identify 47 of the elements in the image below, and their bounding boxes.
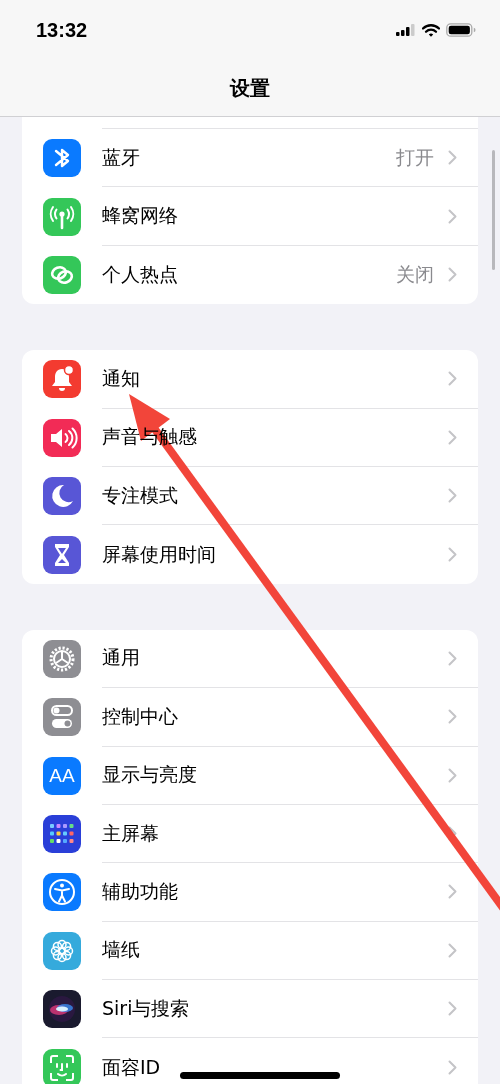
settings-row[interactable]: 通用 [22,629,478,689]
bell-icon [43,360,81,399]
settings-row[interactable]: Siri与搜索 [22,980,478,1039]
text-size-icon: AA [43,756,81,795]
chevron-icon [448,1001,457,1017]
flower-icon [43,931,81,970]
toggles-icon [43,698,81,737]
settings-row[interactable]: 专注模式 [22,466,478,526]
row-value: 关闭 [396,261,434,287]
settings-row[interactable]: 控制中心 [22,688,478,747]
chevron-icon [448,650,457,666]
chevron-icon [448,150,457,166]
bluetooth-icon [43,139,81,178]
orb-icon [43,990,81,1029]
speaker-icon [43,418,81,457]
settings-row[interactable]: 主屏幕 [22,804,478,864]
chevron-icon [448,942,457,958]
settings-row[interactable]: 个人热点 关闭 [22,245,478,305]
app-grid-icon [43,815,81,854]
chevron-icon [448,1060,457,1076]
chevron-icon [448,709,457,725]
antenna-icon [43,197,81,236]
chevron-icon [448,767,457,783]
battery-icon [446,23,476,37]
settings-row[interactable]: 墙纸 [22,921,478,981]
settings-row[interactable]: 屏幕使用时间 [22,525,478,584]
wifi-icon [422,23,440,37]
chevron-icon [448,267,457,283]
chevron-icon [448,371,457,387]
chevron-icon [448,429,457,445]
page-title: 设置 [230,74,270,102]
settings-row[interactable]: 蜂窝网络 [22,187,478,246]
settings-row[interactable]: 通知 [22,350,478,409]
settings-row[interactable]: 辅助功能 [22,863,478,922]
settings-row[interactable]: 蓝牙 打开 [22,129,478,188]
gear-icon [43,639,81,678]
hourglass-icon [43,535,81,574]
chevron-icon [448,488,457,504]
settings-row[interactable]: AA 显示与亮度 [22,746,478,805]
chevron-icon [448,208,457,224]
signal-icon [396,24,416,36]
link-rings-icon [43,255,81,294]
chevron-icon [448,884,457,900]
row-value: 打开 [396,144,434,170]
moon-icon [43,477,81,516]
chevron-icon [448,547,457,563]
status-time: 13:32 [36,18,88,42]
